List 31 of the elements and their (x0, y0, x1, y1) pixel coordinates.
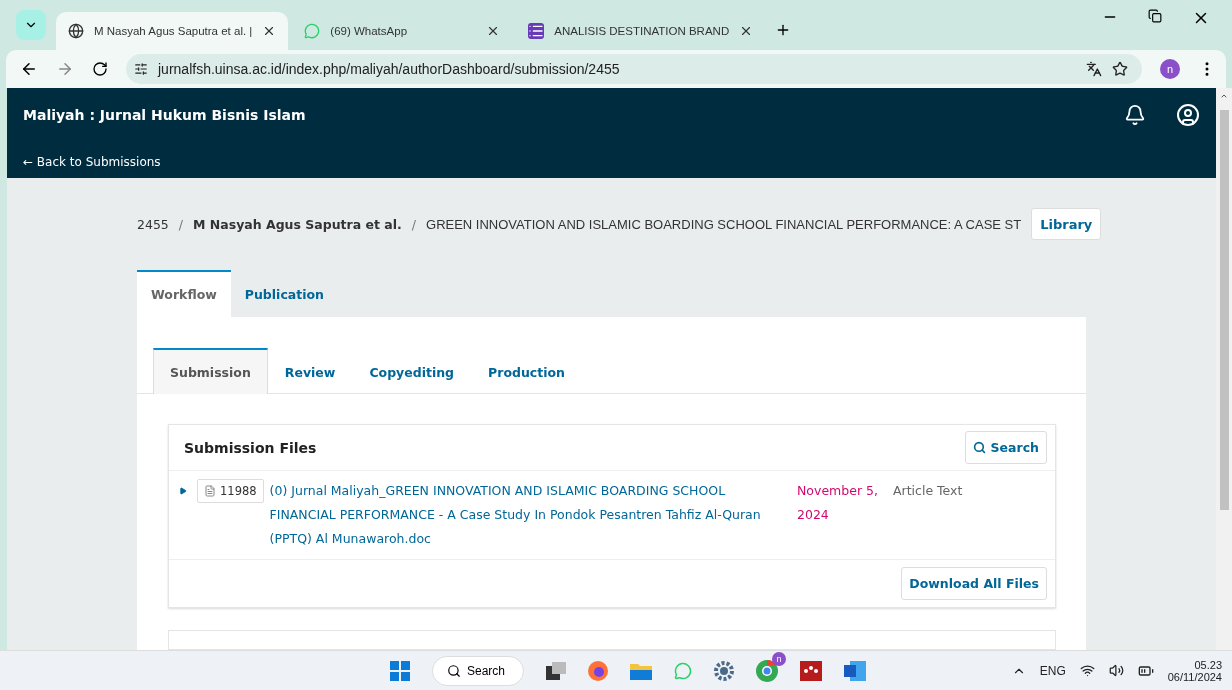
card-title: Submission Files (184, 439, 317, 456)
file-date: November 5, 2024 (797, 482, 879, 524)
file-name-link[interactable]: (0) Jurnal Maliyah_GREEN INNOVATION AND ISLAMIC BOARDING SCHOOL FINANCIAL PERFORMANCE - A Case Study In Pondok Pesantren Tahfiz Al-Quran (PPTQ) Al Munawaroh.doc (269, 479, 787, 551)
library-button[interactable]: Library (1031, 208, 1102, 240)
search-button[interactable]: Search (964, 431, 1047, 464)
main-tab[interactable]: Publication (230, 270, 338, 317)
download-all-button[interactable]: Download All Files (901, 567, 1047, 600)
breadcrumb-separator: / (178, 216, 184, 232)
taskbar-search[interactable]: Search (432, 655, 524, 686)
stage-tab[interactable]: Copyediting (352, 348, 472, 394)
main-tab[interactable]: Workflow (137, 270, 231, 317)
language-indicator[interactable]: ENG (1039, 663, 1066, 678)
breadcrumb-separator: / (411, 216, 416, 232)
clock-date[interactable]: 06/11/2024 (1167, 670, 1222, 683)
profile-avatar[interactable]: n (1160, 59, 1180, 79)
stage-tab[interactable]: Production (471, 348, 582, 394)
browser-tab[interactable]: (69) WhatsApp (292, 12, 513, 50)
browser-tab[interactable]: M Nasyah Agus Saputra et al. | (56, 12, 289, 50)
author-names: M Nasyah Agus Saputra et al. (193, 216, 402, 232)
address-bar[interactable]: jurnalfsh.uinsa.ac.id/index.php/maliyah/authorDashboard/submission/2455 (126, 54, 1142, 84)
stage-tab[interactable]: Submission (153, 348, 268, 394)
file-type: Article Text (893, 482, 964, 500)
browser-tab[interactable]: ANALISIS DESTINATION BRAND (516, 12, 766, 50)
clock-time[interactable]: 05.23 (1194, 658, 1222, 671)
back-link[interactable]: ← Back to Submissions (23, 155, 1200, 169)
file-id: 11988 (220, 483, 257, 500)
submission-title: GREEN INNOVATION AND ISLAMIC BOARDING SCHOOL FINANCIAL PERFORMANCE: A CASE ST (426, 216, 1022, 232)
submission-id: 2455 (137, 216, 169, 232)
profile-badge: n (772, 651, 786, 666)
stage-tab[interactable]: Review (267, 348, 353, 394)
journal-title: Maliyah : Jurnal Hukum Bisnis Islam (23, 107, 307, 123)
